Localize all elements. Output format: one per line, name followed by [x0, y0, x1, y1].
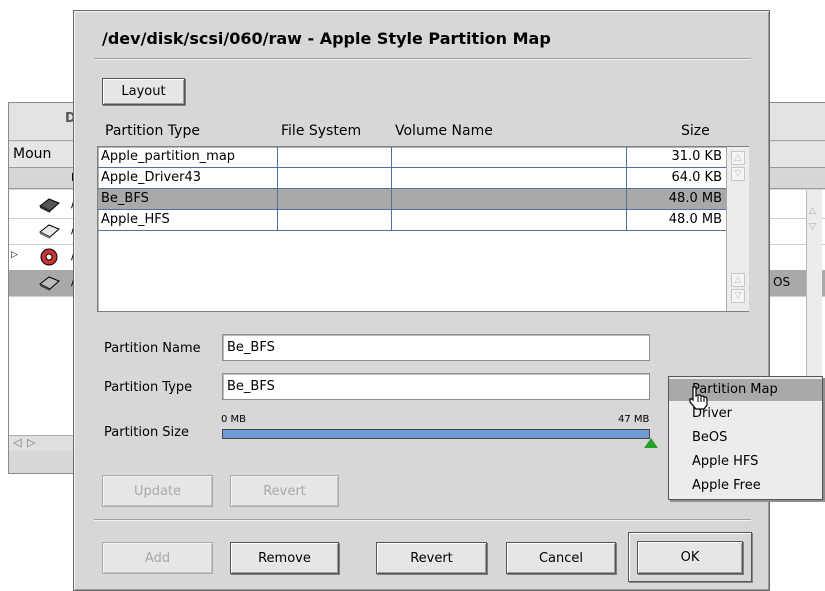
row-divider: [98, 209, 726, 210]
remove-button[interactable]: Remove: [230, 542, 339, 574]
scroll-up-icon[interactable]: △: [731, 151, 745, 165]
bottom-divider: [94, 519, 751, 521]
partition-row[interactable]: Apple_partition_map 31.0 KB: [98, 147, 726, 168]
cell-size: 64.0 KB: [671, 170, 722, 185]
revert-button[interactable]: Revert: [230, 475, 339, 507]
cell-size: 48.0 MB: [668, 191, 722, 206]
row-divider: [98, 230, 726, 231]
partition-table-scrollbar[interactable]: △ ▽ △ ▽: [726, 147, 749, 311]
column-header-partition-type[interactable]: Partition Type: [105, 123, 200, 139]
harddisk-icon: [39, 276, 60, 291]
expand-triangle-icon[interactable]: ▷: [11, 250, 18, 260]
column-header-file-system[interactable]: File System: [281, 123, 361, 139]
scroll-down-icon[interactable]: ▽: [731, 289, 745, 303]
cell-file-system: [278, 210, 392, 231]
cell-partition-type: Apple_Driver43: [98, 168, 278, 189]
menu-item-beos[interactable]: BeOS: [669, 427, 822, 449]
partition-row-selected[interactable]: Be_BFS 48.0 MB: [98, 189, 726, 210]
cell-volume-name: [392, 189, 627, 210]
size-max-label: 47 MB: [618, 414, 650, 425]
harddisk-icon: [39, 198, 60, 213]
partition-row[interactable]: Apple_Driver43 64.0 KB: [98, 168, 726, 189]
cell-partition-type: Apple_HFS: [98, 210, 278, 231]
update-button[interactable]: Update: [102, 475, 213, 507]
partition-type-field[interactable]: Be_BFS: [222, 373, 650, 400]
title-divider: [94, 58, 751, 60]
tab-mount[interactable]: Moun: [13, 146, 51, 162]
scroll-up-icon[interactable]: △: [809, 206, 816, 216]
partition-row[interactable]: Apple_HFS 48.0 MB: [98, 210, 726, 231]
background-row-text: OS: [773, 275, 791, 289]
cdrom-icon: [40, 248, 58, 266]
cell-volume-name: [392, 210, 627, 231]
partition-name-field[interactable]: Be_BFS: [222, 334, 650, 361]
cell-file-system: [278, 168, 392, 189]
cell-file-system: [278, 189, 392, 210]
cancel-button[interactable]: Cancel: [506, 542, 616, 574]
scroll-left-icon[interactable]: ◁: [13, 436, 21, 449]
scroll-up-icon[interactable]: △: [731, 273, 745, 287]
scroll-right-icon[interactable]: ▷: [27, 436, 35, 449]
menu-item-apple-hfs[interactable]: Apple HFS: [669, 451, 822, 473]
dialog-title: /dev/disk/scsi/060/raw - Apple Style Par…: [102, 29, 551, 48]
harddisk-icon: [39, 224, 60, 239]
partition-size-slider[interactable]: [222, 429, 650, 439]
size-min-label: 0 MB: [221, 414, 247, 425]
scroll-down-icon[interactable]: ▽: [809, 222, 816, 232]
partition-type-label: Partition Type: [104, 380, 193, 395]
slider-thumb-icon[interactable]: [644, 438, 658, 448]
cell-size: 48.0 MB: [668, 212, 722, 227]
partition-name-label: Partition Name: [104, 341, 201, 356]
revert-all-button[interactable]: Revert: [376, 542, 487, 574]
cell-partition-type: Be_BFS: [98, 189, 278, 210]
cell-partition-type: Apple_partition_map: [98, 147, 278, 168]
cell-size: 31.0 KB: [671, 149, 722, 164]
add-button[interactable]: Add: [102, 542, 213, 574]
cell-file-system: [278, 147, 392, 168]
partition-map-dialog: /dev/disk/scsi/060/raw - Apple Style Par…: [73, 10, 770, 591]
hand-pointer-icon: [689, 386, 708, 410]
row-divider: [98, 188, 726, 189]
row-divider: [98, 167, 726, 168]
cell-volume-name: [392, 147, 627, 168]
column-header-volume-name[interactable]: Volume Name: [395, 123, 493, 139]
partition-size-label: Partition Size: [104, 425, 189, 440]
cell-volume-name: [392, 168, 627, 189]
ok-button[interactable]: OK: [637, 541, 743, 574]
column-header-size[interactable]: Size: [681, 123, 710, 139]
menu-item-apple-free[interactable]: Apple Free: [669, 475, 822, 497]
scroll-down-icon[interactable]: ▽: [731, 167, 745, 181]
partition-table: Apple_partition_map 31.0 KB Apple_Driver…: [97, 146, 749, 312]
layout-button[interactable]: Layout: [102, 78, 185, 105]
